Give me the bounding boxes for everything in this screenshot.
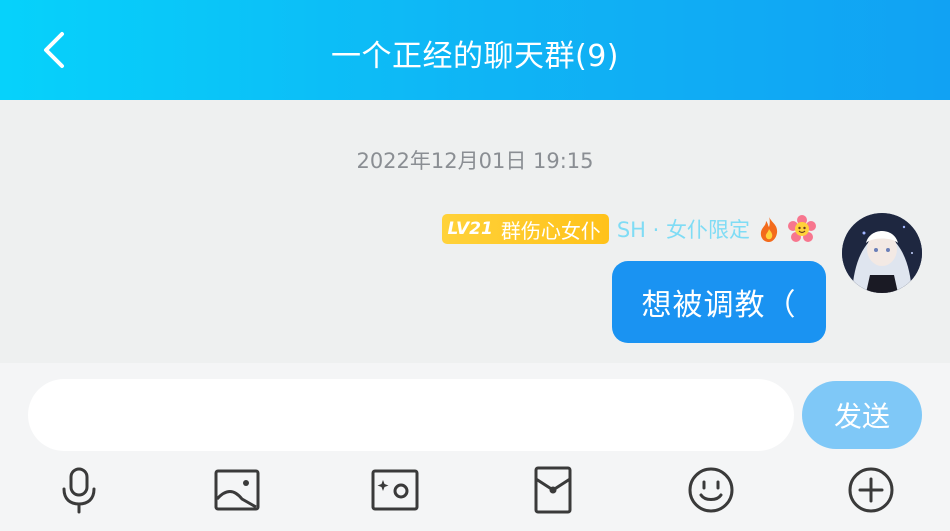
sender-info: LV21 群伤心女仆 SH · 女仆限定 (441, 213, 816, 245)
avatar[interactable] (842, 213, 922, 293)
level-badge: LV21 群伤心女仆 (441, 214, 609, 244)
image-button[interactable] (212, 465, 262, 515)
camera-button[interactable] (370, 465, 420, 515)
level-label: LV21 (447, 219, 493, 239)
chat-title: 一个正经的聊天群(9) (331, 39, 619, 74)
image-icon (214, 469, 260, 511)
red-packet-icon (534, 466, 572, 514)
avatar-image (842, 213, 922, 293)
group-title: SH · 女仆限定 (616, 218, 750, 242)
message-timestamp: 2022年12月01日 19:15 (356, 149, 594, 173)
emoji-button[interactable] (686, 465, 736, 515)
send-button[interactable]: 发送 (802, 381, 922, 449)
badge-text: 群伤心女仆 (500, 218, 601, 243)
plus-icon (848, 467, 894, 513)
microphone-icon (62, 467, 96, 514)
flower-icon (788, 215, 816, 243)
message-input[interactable] (28, 379, 794, 451)
red-packet-button[interactable] (528, 465, 578, 515)
message-bubble[interactable]: 想被调教（ (612, 261, 826, 343)
plus-button[interactable] (846, 465, 896, 515)
microphone-button[interactable] (54, 465, 104, 515)
chat-header: 一个正经的聊天群(9) (0, 0, 950, 100)
message-list[interactable]: 2022年12月01日 19:15 LV21 群伤心女仆 SH · 女仆限定 想… (0, 100, 950, 363)
camera-icon (371, 469, 419, 511)
fire-icon (756, 215, 782, 243)
composer-bar: 发送 (0, 363, 950, 531)
emoji-icon (688, 467, 734, 513)
